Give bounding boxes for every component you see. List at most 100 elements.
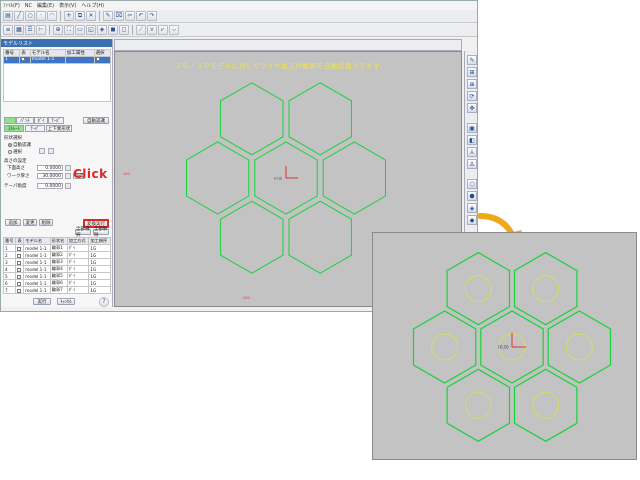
fit-icon[interactable]: ⛶ xyxy=(64,25,74,35)
hole-circle[interactable] xyxy=(431,333,458,361)
hexagon-contour[interactable] xyxy=(513,251,578,326)
radio-select[interactable]: 選択 xyxy=(8,149,22,155)
tab-taper-shape[interactable]: ﾃｰﾊﾟ xyxy=(25,125,45,132)
radio-auto[interactable]: 自動認識 xyxy=(8,142,31,148)
hexagon-contour[interactable] xyxy=(322,141,386,215)
taper-pick-icon[interactable] xyxy=(65,183,71,189)
execute-button[interactable]: 実行 xyxy=(33,298,51,305)
line-icon[interactable]: ╱ xyxy=(14,11,24,21)
table-row[interactable]: 3 model 1-1 輪郭3 ﾀﾞｲ 1G xyxy=(2,258,111,266)
edit-icon[interactable]: ✎ xyxy=(103,11,113,21)
path-icon[interactable]: ⟋ xyxy=(136,25,146,35)
list-icon[interactable]: ☰ xyxy=(25,25,35,35)
menu-edit[interactable]: 編集(E) xyxy=(37,2,54,9)
hexagon-contour[interactable] xyxy=(513,368,578,442)
menu-help[interactable]: ヘルプ(H) xyxy=(81,2,104,9)
zoom-icon[interactable]: ⊕ xyxy=(53,25,63,35)
tab-straight[interactable]: ｽﾄﾚｰﾄ xyxy=(4,125,24,132)
edit-view-icon[interactable]: ✎ xyxy=(467,55,477,65)
tab-upper-lower[interactable]: 上下異形状 xyxy=(46,125,72,132)
shade-icon[interactable]: ◼ xyxy=(108,25,118,35)
cube-top-icon[interactable]: ⬡ xyxy=(467,179,477,189)
hexagon-contour[interactable] xyxy=(288,82,352,156)
select-all-button[interactable]: 全部選択 xyxy=(75,227,91,238)
axis-icon[interactable]: ⅄ xyxy=(467,147,477,157)
deselect-all-button[interactable]: 全部解除 xyxy=(93,227,109,238)
point-icon[interactable]: · xyxy=(36,11,46,21)
rotate-icon[interactable]: ⟳ xyxy=(467,91,477,101)
hole-circle[interactable] xyxy=(566,333,593,361)
menu-nc[interactable]: NC xyxy=(25,3,32,9)
hexagon-contour[interactable] xyxy=(446,368,511,442)
hexagon-contour[interactable] xyxy=(220,82,284,156)
front-view-icon[interactable]: ▣ xyxy=(467,123,477,133)
table-row[interactable]: 2 model 1-1 輪郭2 ﾀﾞｲ 1G xyxy=(2,251,111,259)
view-iso-icon[interactable]: ◈ xyxy=(97,25,107,35)
sim-icon[interactable]: ⌵ xyxy=(169,25,179,35)
hexagon-contour[interactable] xyxy=(220,200,284,274)
row-checkbox[interactable] xyxy=(17,260,22,265)
hexagon-contour[interactable] xyxy=(446,251,511,326)
hexagon-contour[interactable] xyxy=(288,200,352,274)
menu-view[interactable]: 表示(V) xyxy=(59,2,76,9)
move-icon[interactable]: ✛ xyxy=(64,11,74,21)
tab-punch[interactable] xyxy=(4,117,16,124)
table-row[interactable]: 5 model 1-1 輪郭5 ﾀﾞｲ 1G xyxy=(2,272,111,280)
cube-front-icon[interactable]: ⬢ xyxy=(467,191,477,201)
row-checkbox[interactable] xyxy=(17,267,22,272)
circle-icon[interactable]: ○ xyxy=(25,11,35,21)
cut-icon[interactable]: ✂ xyxy=(125,11,135,21)
hexagon-contour[interactable] xyxy=(186,141,250,215)
nc-icon[interactable]: ⩗ xyxy=(158,25,168,35)
table-row[interactable]: 4 model 1-1 輪郭4 ﾀﾞｲ 1G xyxy=(2,265,111,273)
delete-icon[interactable]: ✕ xyxy=(86,11,96,21)
row-checkbox[interactable] xyxy=(17,253,22,258)
work-thickness-pick-icon[interactable] xyxy=(65,173,71,179)
row-checkbox[interactable] xyxy=(17,274,22,279)
table-row[interactable]: 6 model 1-1 輪郭6 ﾀﾞｲ 1G xyxy=(2,279,111,287)
auto-recognize-button[interactable]: 自動認識 xyxy=(83,117,109,124)
work-thickness-input[interactable]: 30.0000 xyxy=(37,173,63,179)
pick-icon[interactable] xyxy=(39,148,45,154)
grid-icon[interactable]: ▦ xyxy=(14,25,24,35)
hexagon-contour[interactable] xyxy=(547,310,612,384)
edit-button[interactable]: 変更 xyxy=(23,219,37,226)
tab-d[interactable]: ﾀﾞｲ xyxy=(34,117,48,124)
measure-icon[interactable]: ⊢ xyxy=(36,25,46,35)
clear-icon[interactable] xyxy=(48,148,54,154)
hole-circle[interactable] xyxy=(532,275,560,303)
hexagon-contour[interactable] xyxy=(412,310,477,384)
delete-button[interactable]: 削除 xyxy=(39,219,53,226)
wire-cut-icon[interactable]: ⋎ xyxy=(147,25,157,35)
redo-icon[interactable]: ↷ xyxy=(147,11,157,21)
side-view-icon[interactable]: ◧ xyxy=(467,135,477,145)
table-row[interactable]: 7 model 1-1 輪郭7 ﾀﾞｲ 1G xyxy=(2,286,111,294)
hole-circle[interactable] xyxy=(464,275,492,303)
wire-icon[interactable]: ◻ xyxy=(119,25,129,35)
undo-icon[interactable]: ↶ xyxy=(136,11,146,21)
layer-icon[interactable]: ≡ xyxy=(3,25,13,35)
trim-icon[interactable]: ⌧ xyxy=(114,11,124,21)
table-row[interactable]: 1 model 1-1 xyxy=(2,56,112,64)
select-checkbox[interactable] xyxy=(95,57,100,61)
tab-die[interactable]: ﾊﾟﾝﾁ xyxy=(16,117,34,124)
view-front-icon[interactable]: ▭ xyxy=(75,25,85,35)
file-icon[interactable]: ▤ xyxy=(3,11,13,21)
row-checkbox[interactable] xyxy=(17,281,22,286)
show-checkbox[interactable] xyxy=(21,57,26,61)
fit-view-icon[interactable]: ⊞ xyxy=(467,67,477,77)
table-row[interactable]: 1 model 1-1 輪郭1 ﾀﾞｲ 1G xyxy=(2,244,111,252)
view-top-icon[interactable]: ◱ xyxy=(86,25,96,35)
row-checkbox[interactable] xyxy=(17,288,22,293)
person-icon[interactable]: ♙ xyxy=(467,159,477,169)
tab-taper[interactable]: ﾃｰﾊﾟ xyxy=(48,117,64,124)
add-button[interactable]: 追加 xyxy=(5,219,21,226)
row-checkbox[interactable] xyxy=(17,246,22,251)
lower-height-input[interactable]: 0.0000 xyxy=(37,165,63,171)
zoom-view-icon[interactable]: ⊕ xyxy=(467,79,477,89)
menu-file[interactable]: ﾌｧｲﾙ(F) xyxy=(3,2,20,9)
arc-icon[interactable]: ◠ xyxy=(47,11,57,21)
lower-height-pick-icon[interactable] xyxy=(65,165,71,171)
pan-icon[interactable]: ✥ xyxy=(467,103,477,113)
hole-circle[interactable] xyxy=(464,392,492,419)
